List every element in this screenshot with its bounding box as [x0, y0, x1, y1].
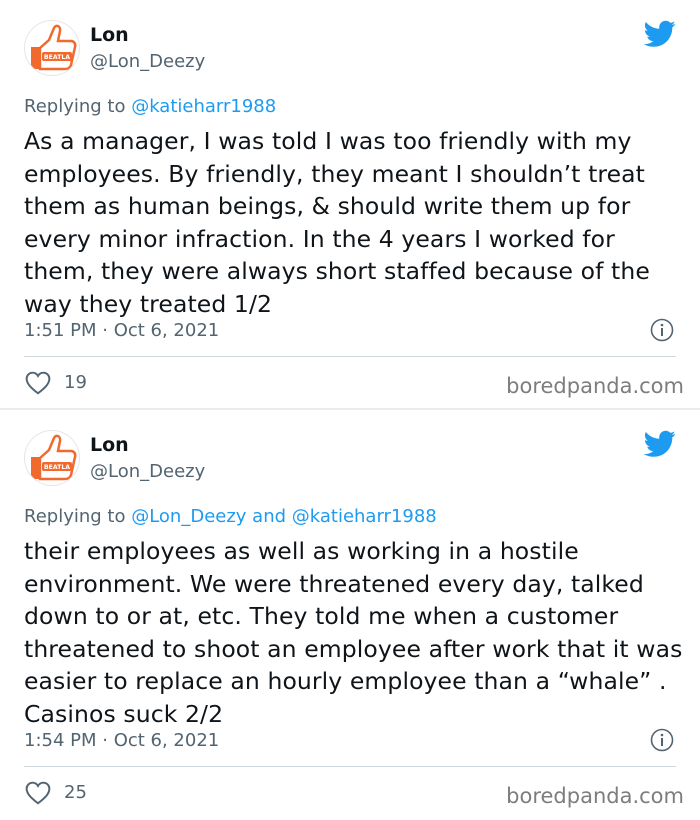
replying-prefix: Replying to: [24, 506, 132, 527]
divider: [24, 356, 676, 357]
thumbs-up-icon: BEATLA: [31, 24, 77, 71]
replying-to-link[interactable]: @Lon_Deezy and @katieharr1988: [131, 506, 437, 527]
timestamp[interactable]: 1:54 PM · Oct 6, 2021: [24, 730, 219, 751]
avatar-logo-text: BEATLA: [44, 464, 70, 471]
replying-to-link[interactable]: @katieharr1988: [131, 96, 276, 117]
info-icon[interactable]: [650, 728, 674, 752]
replying-to: Replying to @Lon_Deezy and @katieharr198…: [24, 506, 437, 527]
tweet-card-1[interactable]: BEATLA Lon @Lon_Deezy Replying to @katie…: [0, 0, 700, 408]
like-count: 19: [64, 372, 87, 393]
divider: [24, 766, 676, 767]
info-icon[interactable]: [650, 318, 674, 342]
tweet-text: As a manager, I was told I was too frien…: [24, 127, 650, 318]
author-handle[interactable]: @Lon_Deezy: [90, 51, 205, 72]
thumbs-up-icon: BEATLA: [31, 434, 77, 481]
tweet-card-2[interactable]: BEATLA Lon @Lon_Deezy Replying to @Lon_D…: [0, 410, 700, 820]
heart-icon[interactable]: [25, 371, 51, 395]
watermark: boredpanda.com: [506, 784, 684, 808]
like-count: 25: [64, 782, 87, 803]
author-name[interactable]: Lon: [90, 24, 129, 46]
watermark: boredpanda.com: [506, 374, 684, 398]
avatar-logo-text: BEATLA: [44, 54, 70, 61]
timestamp[interactable]: 1:51 PM · Oct 6, 2021: [24, 320, 219, 341]
tweet-text: their employees as well as working in a …: [24, 537, 683, 728]
heart-icon[interactable]: [25, 781, 51, 805]
replying-to: Replying to @katieharr1988: [24, 96, 276, 117]
twitter-bird-icon[interactable]: [644, 430, 676, 458]
twitter-bird-icon[interactable]: [644, 20, 676, 48]
replying-prefix: Replying to: [24, 96, 132, 117]
author-handle[interactable]: @Lon_Deezy: [90, 461, 205, 482]
author-name[interactable]: Lon: [90, 434, 129, 456]
avatar[interactable]: BEATLA: [24, 430, 80, 486]
avatar[interactable]: BEATLA: [24, 20, 80, 76]
